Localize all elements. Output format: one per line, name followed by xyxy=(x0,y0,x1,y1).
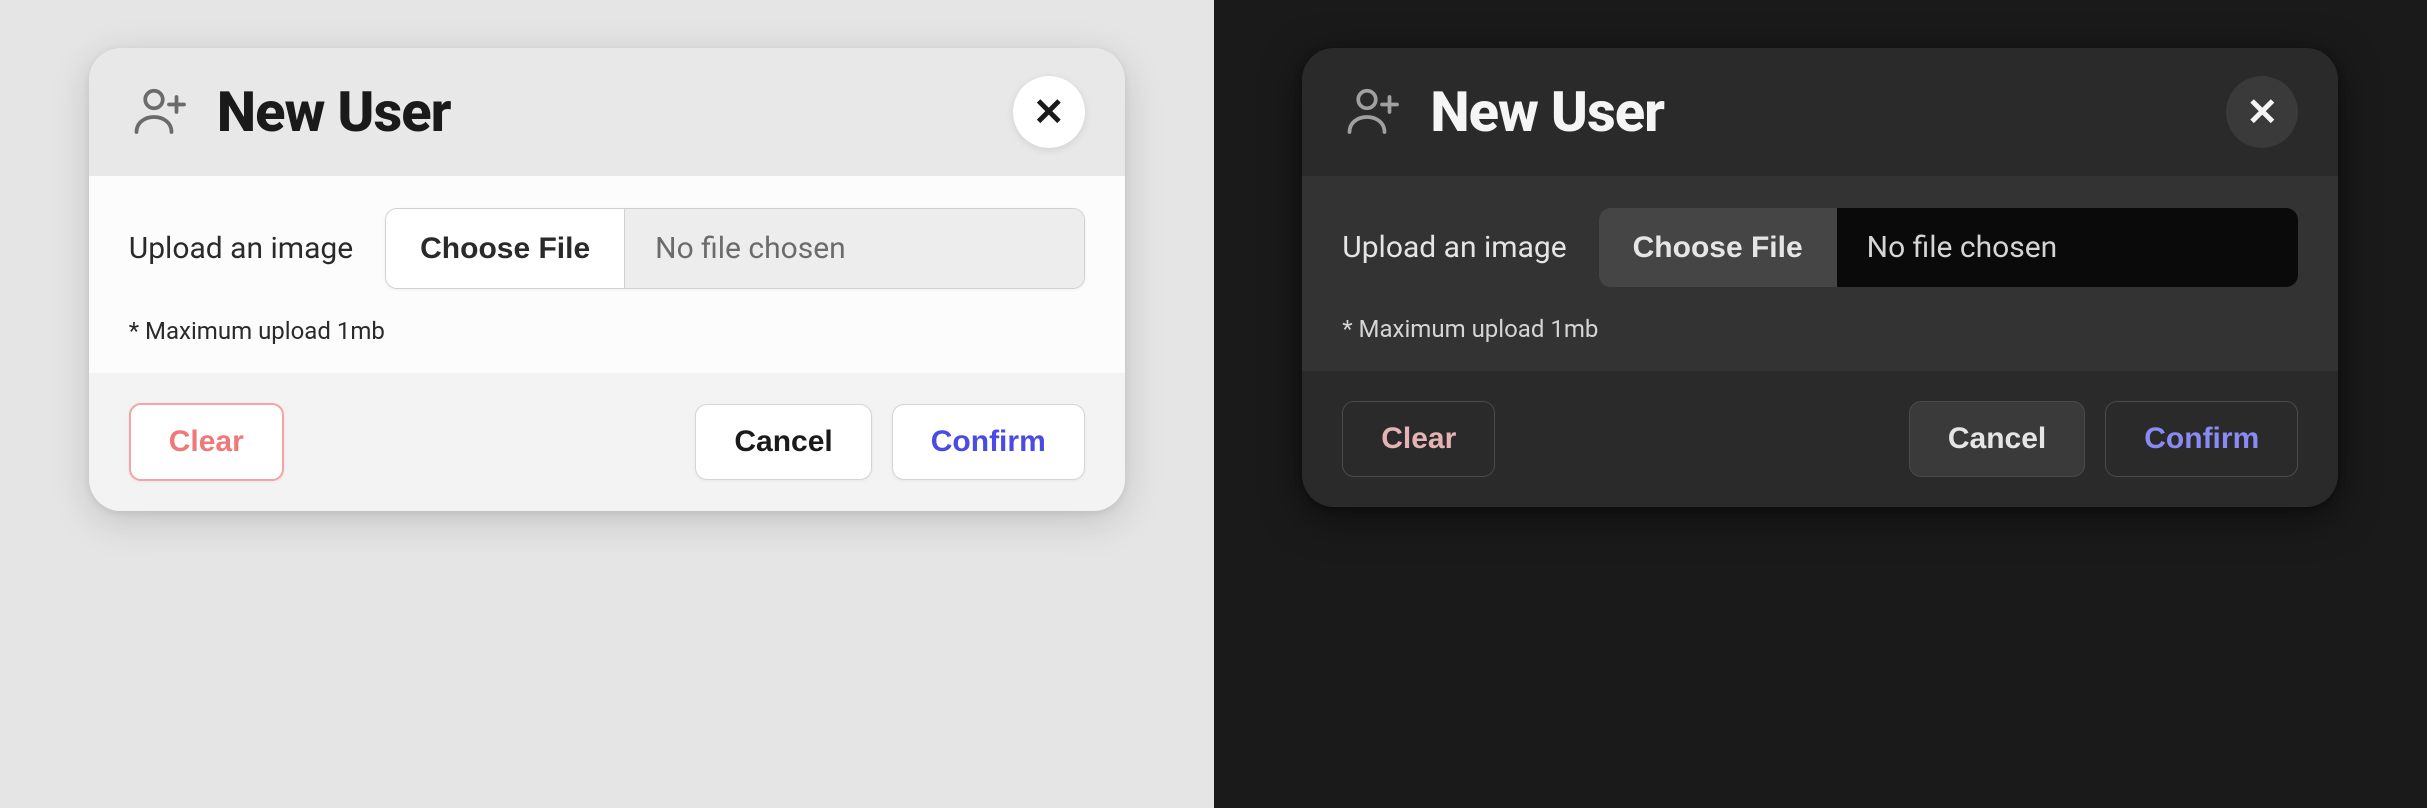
user-plus-icon xyxy=(1342,82,1402,142)
confirm-button[interactable]: Confirm xyxy=(2105,401,2298,477)
choose-file-button[interactable]: Choose File xyxy=(386,209,625,288)
upload-hint: * Maximum upload 1mb xyxy=(1342,315,2298,343)
cancel-button[interactable]: Cancel xyxy=(695,404,871,480)
user-plus-icon xyxy=(129,82,189,142)
modal-title: New User xyxy=(1430,79,2198,145)
modal-footer: Clear Cancel Confirm xyxy=(89,373,1125,511)
cancel-button[interactable]: Cancel xyxy=(1909,401,2085,477)
modal-body: Upload an image Choose File No file chos… xyxy=(89,176,1125,373)
close-icon: ✕ xyxy=(1033,90,1065,135)
dark-theme-panel: New User ✕ Upload an image Choose File N… xyxy=(1214,0,2427,808)
clear-button[interactable]: Clear xyxy=(129,403,284,481)
close-button[interactable]: ✕ xyxy=(2226,76,2298,148)
file-status-text: No file chosen xyxy=(1837,208,2299,287)
new-user-modal: New User ✕ Upload an image Choose File N… xyxy=(1302,48,2338,507)
close-button[interactable]: ✕ xyxy=(1013,76,1085,148)
new-user-modal: New User ✕ Upload an image Choose File N… xyxy=(89,48,1125,511)
choose-file-button[interactable]: Choose File xyxy=(1599,208,1837,287)
modal-header: New User ✕ xyxy=(1302,48,2338,176)
modal-body: Upload an image Choose File No file chos… xyxy=(1302,176,2338,371)
upload-row: Upload an image Choose File No file chos… xyxy=(1342,208,2298,287)
close-icon: ✕ xyxy=(2246,90,2278,135)
upload-label: Upload an image xyxy=(129,231,353,266)
upload-label: Upload an image xyxy=(1342,230,1566,265)
light-theme-panel: New User ✕ Upload an image Choose File N… xyxy=(0,0,1214,808)
upload-row: Upload an image Choose File No file chos… xyxy=(129,208,1085,289)
modal-title: New User xyxy=(217,79,985,145)
modal-header: New User ✕ xyxy=(89,48,1125,176)
file-input[interactable]: Choose File No file chosen xyxy=(1599,208,2299,287)
file-status-text: No file chosen xyxy=(625,209,1084,288)
clear-button[interactable]: Clear xyxy=(1342,401,1495,477)
modal-footer: Clear Cancel Confirm xyxy=(1302,371,2338,507)
upload-hint: * Maximum upload 1mb xyxy=(129,317,1085,345)
file-input[interactable]: Choose File No file chosen xyxy=(385,208,1085,289)
confirm-button[interactable]: Confirm xyxy=(892,404,1085,480)
